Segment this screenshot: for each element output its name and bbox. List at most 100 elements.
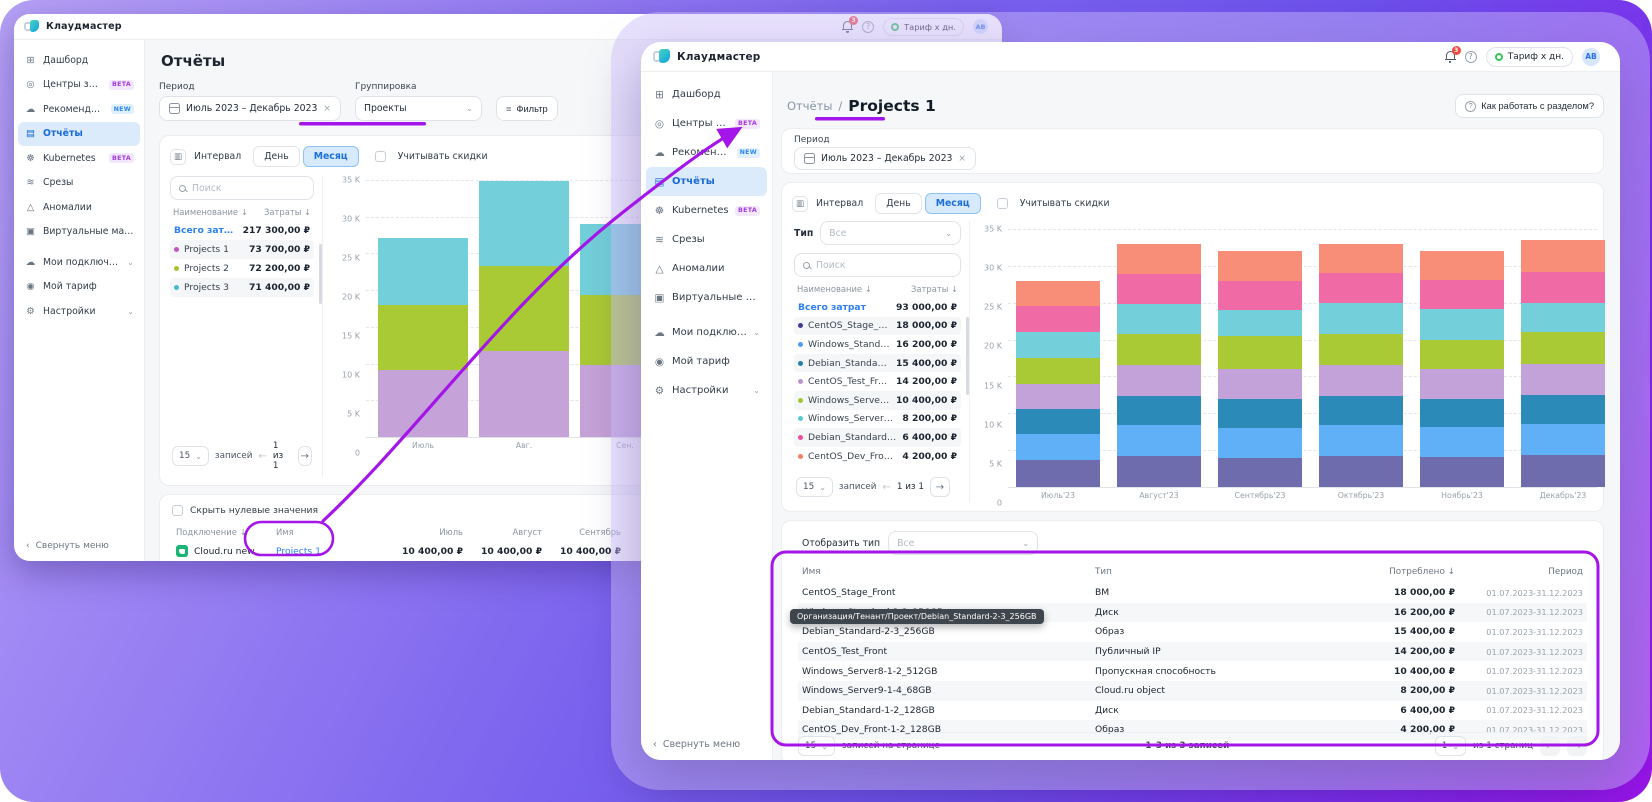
search-box[interactable]: Поиск [794, 253, 961, 277]
discounts-checkbox[interactable] [997, 198, 1008, 209]
next-page-icon[interactable]: → [298, 446, 312, 466]
prev-page-icon[interactable]: ← [882, 482, 890, 493]
table-row[interactable]: Debian_Standard-2-3_256GB Образ 15 400,0… [798, 622, 1587, 642]
tariff-button[interactable]: Тариф х дн. [883, 18, 964, 36]
chart-bar[interactable] [1117, 229, 1201, 487]
list-item[interactable]: Debian_Standard-1-2_12… 6 400,00 ₽ [794, 428, 961, 447]
sidebar-item[interactable]: ≋ Срезы [646, 225, 767, 254]
sidebar-item[interactable]: ⚙ Настройки ⌄ [646, 376, 767, 405]
sidebar-item[interactable]: ◎ Центры затрат BETA [646, 109, 767, 138]
list-item[interactable]: CentOS_Dev_Front-1-2_1… 4 200,00 ₽ [794, 447, 961, 466]
list-item[interactable]: Windows_Server9-1-4_6… 8 200,00 ₽ [794, 410, 961, 429]
page-size-select[interactable]: 15⌄ [798, 736, 835, 756]
list-item[interactable]: Windows_Server8-1-2_5… 10 400,00 ₽ [794, 391, 961, 410]
chart-bar[interactable] [479, 180, 569, 437]
help-icon[interactable]: ? [1465, 51, 1477, 63]
table-row[interactable]: Windows_Server8-1-2_512GB Пропускная спо… [798, 661, 1587, 681]
notifications-bell-icon[interactable]: 3 [842, 21, 853, 32]
chart-bar[interactable] [1016, 229, 1100, 487]
sidebar-item[interactable]: ☁ Рекомендации NEW [18, 97, 140, 122]
display-type-select[interactable]: Все ⌄ [888, 531, 1038, 555]
sidebar-item[interactable]: ☸ Kubernetes BETA [646, 196, 767, 225]
sidebar-item[interactable]: ⊞ Дашборд [18, 48, 140, 73]
sidebar-item[interactable]: ☁ Мои подключения ⌄ [18, 250, 140, 275]
scrollbar[interactable] [319, 244, 322, 304]
july-column-header[interactable]: Июль [384, 527, 463, 537]
chart-bar[interactable] [1319, 229, 1403, 487]
period-column-header[interactable]: Период [1455, 567, 1583, 577]
hide-zero-checkbox[interactable] [172, 505, 183, 516]
consumed-column-header[interactable]: Потреблено ↓ [1345, 567, 1455, 577]
list-item[interactable]: Projects 2 72 200,00 ₽ [170, 259, 314, 278]
interval-day-button[interactable]: День [875, 193, 922, 214]
list-item[interactable]: Projects 1 73 700,00 ₽ [170, 240, 314, 259]
table-row[interactable]: Debian_Standard-1-2_128GB Диск 6 400,00 … [798, 701, 1587, 721]
list-item[interactable]: CentOS_Test_Front 14 200,00 ₽ [794, 372, 961, 391]
interval-month-button[interactable]: Месяц [925, 193, 981, 214]
filter-button[interactable]: ≡ Фильтр [496, 96, 558, 121]
project-link[interactable]: Projects 1 [276, 546, 321, 557]
connection-column-header[interactable]: Подключение ↓ [172, 527, 276, 537]
name-column-header[interactable]: Наименование ↓ [797, 284, 872, 294]
avatar[interactable]: АВ [973, 19, 988, 34]
table-row[interactable]: CentOS_Test_Front Публичный IP 14 200,00… [798, 642, 1587, 662]
type-column-header[interactable]: Тип [1095, 567, 1345, 577]
sidebar-item[interactable]: ⚙ Настройки ⌄ [18, 299, 140, 324]
help-icon[interactable]: ? [862, 21, 874, 33]
grouping-select[interactable]: Проекты ⌄ [355, 96, 482, 121]
scrollbar[interactable] [966, 317, 969, 395]
sidebar-item[interactable]: ≋ Срезы [18, 171, 140, 196]
next-page-icon[interactable]: → [930, 477, 950, 497]
sidebar-item[interactable]: ▤ Отчёты [646, 167, 767, 196]
september-column-header[interactable]: Сентябрь [542, 527, 621, 537]
type-select[interactable]: Все ⌄ [820, 221, 961, 245]
chart-bar[interactable] [1521, 229, 1605, 487]
collapse-menu-button[interactable]: ‹ Свернуть меню [26, 541, 109, 551]
cost-column-header[interactable]: Затраты ↓ [264, 207, 311, 217]
sidebar-item[interactable]: ▣ Виртуальные машины [646, 283, 767, 312]
prev-page-icon[interactable]: ← [258, 451, 266, 462]
page-size-select[interactable]: 15⌄ [172, 446, 209, 466]
discounts-checkbox[interactable] [375, 151, 386, 162]
avatar[interactable]: АВ [1582, 48, 1600, 66]
list-item[interactable]: Debian_Standard-2-3_2… 15 400,00 ₽ [794, 354, 961, 373]
chart-bar[interactable] [378, 180, 468, 437]
list-item[interactable]: CentOS_Stage_Front 18 000,00 ₽ [794, 317, 961, 336]
clear-period-icon[interactable]: × [323, 104, 331, 114]
page-number-select[interactable]: 1⌄ [1435, 736, 1466, 756]
period-chip[interactable]: Июль 2023 – Декабрь 2023 × [794, 147, 976, 170]
sidebar-item[interactable]: ☸ Kubernetes BETA [18, 146, 140, 171]
sidebar-item[interactable]: ☁ Рекомендации NEW [646, 138, 767, 167]
august-column-header[interactable]: Август [463, 527, 542, 537]
table-row[interactable]: CentOS_Stage_Front ВМ 18 000,00 ₽ 01.07.… [798, 583, 1587, 603]
search-box[interactable]: Поиск [170, 176, 314, 200]
next-page-icon[interactable]: → [1567, 736, 1587, 756]
tariff-button[interactable]: Тариф х дн. [1486, 47, 1573, 67]
list-item[interactable]: Projects 3 71 400,00 ₽ [170, 278, 314, 297]
sidebar-item[interactable]: ☁ Мои подключения ⌄ [646, 318, 767, 347]
table-row[interactable]: Windows_Server9-1-4_68GB Cloud.ru object… [798, 681, 1587, 701]
sidebar-item[interactable]: △ Аномалии [18, 195, 140, 220]
brand[interactable]: Клаудмастер [24, 20, 122, 33]
interval-month-button[interactable]: Месяц [303, 146, 359, 167]
clear-period-icon[interactable]: × [958, 154, 966, 164]
chart-bar[interactable] [1420, 229, 1504, 487]
sidebar-item[interactable]: ⊞ Дашборд [646, 80, 767, 109]
sidebar-item[interactable]: ◉ Мой тариф [646, 347, 767, 376]
total-row[interactable]: Всего затрат 217 300,00 ₽ [170, 221, 314, 240]
sidebar-item[interactable]: ◎ Центры затрат BETA [18, 73, 140, 98]
total-row[interactable]: Всего затрат 93 000,00 ₽ [794, 298, 961, 317]
brand[interactable]: Клаудмастер [653, 49, 761, 64]
list-item[interactable]: Windows_Standard-2-2_… 16 200,00 ₽ [794, 335, 961, 354]
breadcrumb-reports-link[interactable]: Отчёты [787, 99, 832, 113]
cost-column-header[interactable]: Затраты ↓ [911, 284, 958, 294]
sidebar-item[interactable]: ▣ Виртуальные машины [18, 220, 140, 245]
sidebar-item[interactable]: ◉ Мой тариф [18, 275, 140, 300]
collapse-menu-button[interactable]: ‹ Свернуть меню [653, 739, 740, 750]
name-column-header[interactable]: Имя [802, 567, 1095, 577]
period-chip[interactable]: Июль 2023 – Декабрь 2023 × [159, 96, 341, 121]
sidebar-item[interactable]: △ Аномалии [646, 254, 767, 283]
name-column-header[interactable]: Наименование ↓ [173, 207, 248, 217]
chart-bar[interactable] [1218, 229, 1302, 487]
prev-page-icon[interactable]: ← [1540, 736, 1560, 756]
